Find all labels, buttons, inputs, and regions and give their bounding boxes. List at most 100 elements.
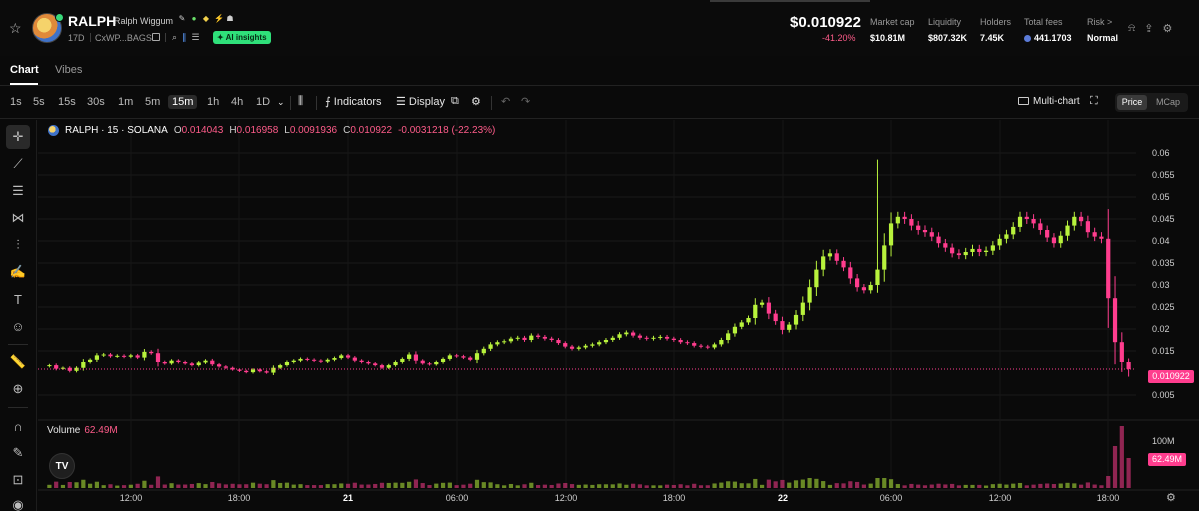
volume-bar: [515, 485, 520, 488]
price-chart[interactable]: 0.005 0.015 0.02 0.025 0.03 0.035 0.04 0.045 0.0…: [38, 120, 1199, 511]
lock-drawings-icon[interactable]: ✎: [6, 441, 30, 465]
share-icon[interactable]: ⇪: [1144, 22, 1153, 35]
timeframe-15m[interactable]: 15m: [168, 95, 198, 109]
volume-bar: [542, 484, 547, 488]
candle-body: [1024, 216, 1029, 219]
brush-icon[interactable]: ✍: [6, 260, 30, 284]
candle-body: [651, 337, 656, 339]
timeframe-5m[interactable]: 5m: [141, 95, 164, 109]
volume-bar: [1038, 483, 1043, 488]
volume-bar: [678, 484, 683, 488]
axis-settings-icon[interactable]: ⚙: [1166, 491, 1176, 504]
tradingview-logo[interactable]: TV: [49, 453, 75, 479]
timeframe-4h[interactable]: 4h: [227, 95, 247, 109]
undo-icon[interactable]: ↶: [501, 95, 510, 108]
volume-bar: [54, 481, 59, 488]
fullscreen-icon[interactable]: ⛶: [1090, 95, 1098, 108]
candle-body: [108, 354, 113, 357]
candle-body: [875, 269, 880, 285]
display-button[interactable]: ☰ Display: [396, 95, 445, 108]
ruler-icon[interactable]: 📏: [6, 350, 30, 374]
candle-body: [821, 256, 826, 270]
volume-bar: [644, 485, 649, 488]
alert-icon[interactable]: ⍾: [1128, 22, 1135, 35]
screenshot-icon[interactable]: ⧉: [451, 95, 459, 108]
volume-bar: [508, 483, 514, 488]
timeframe-15s[interactable]: 15s: [54, 95, 80, 109]
volume-bar: [366, 484, 371, 488]
candle-body: [780, 321, 785, 330]
timeframe-1s[interactable]: 1s: [6, 95, 26, 109]
chevron-down-icon[interactable]: ⌄: [277, 97, 285, 108]
volume-bar: [922, 485, 928, 488]
candle-body: [929, 232, 934, 237]
multi-chart-toggle[interactable]: Multi-chart: [1018, 96, 1080, 107]
ai-insights-button[interactable]: ✦ AI insights: [213, 31, 271, 44]
chart-settings-icon[interactable]: ⚙: [471, 95, 481, 108]
timeframe-1m[interactable]: 1m: [114, 95, 137, 109]
contract-address[interactable]: CxWP...BAGS: [95, 33, 152, 43]
candle-body: [210, 360, 215, 365]
fib-icon[interactable]: ☰: [6, 179, 30, 203]
volume-bar: [793, 480, 799, 488]
volume-bar: [250, 482, 256, 488]
candle-body: [81, 362, 86, 368]
pattern-icon[interactable]: ⋈: [6, 206, 30, 230]
volume-bar: [664, 484, 670, 488]
candle-body: [169, 360, 174, 364]
trendline-icon[interactable]: ⟋: [6, 152, 30, 176]
star-icon[interactable]: ☆: [9, 20, 22, 37]
candle-type-icon[interactable]: ⫼: [298, 95, 303, 108]
edit-icon[interactable]: ✎: [178, 14, 186, 23]
candle-body: [149, 351, 154, 354]
volume-bar: [698, 485, 704, 488]
emoji-icon[interactable]: ☺: [6, 314, 30, 338]
volume-bar: [237, 484, 242, 488]
timeframe-5s[interactable]: 5s: [29, 95, 49, 109]
copy-icon[interactable]: [152, 33, 160, 41]
candle-body: [305, 358, 310, 360]
magnet-icon[interactable]: ∩: [6, 414, 30, 438]
indicators-button[interactable]: ⨍ Indicators: [325, 95, 382, 108]
volume-bar: [834, 483, 839, 488]
bolt-icon: ⚡: [214, 14, 224, 23]
pen-icon[interactable]: ∥: [182, 32, 187, 43]
candle-body: [1119, 342, 1124, 362]
candle-body: [977, 248, 982, 252]
fees-amount: 441.1703: [1034, 33, 1072, 43]
zoom-icon[interactable]: ⊕: [6, 377, 30, 401]
volume-bar: [81, 479, 86, 488]
timeframe-1d[interactable]: 1D: [252, 95, 274, 109]
x-tick-label: 18:00: [1097, 493, 1120, 503]
chart-canvas[interactable]: 0.005 0.015 0.02 0.025 0.03 0.035 0.04 0.045 0.0…: [38, 120, 1199, 511]
candle-body: [739, 322, 744, 327]
price-toggle-button[interactable]: Price: [1117, 95, 1147, 110]
stat-label: Market cap: [870, 17, 915, 27]
stat-risk[interactable]: Risk > Normal: [1087, 17, 1118, 43]
indicators-icon: ⨍: [325, 96, 334, 108]
last-volume-tag: 62.49M: [1148, 453, 1186, 466]
lock-icon[interactable]: ⊡: [6, 468, 30, 492]
mcap-toggle-button[interactable]: MCap: [1151, 95, 1185, 110]
volume-bar: [916, 484, 921, 488]
timeframe-1h[interactable]: 1h: [203, 95, 223, 109]
divider: [8, 344, 28, 345]
candle-body: [474, 353, 480, 360]
tab-vibes[interactable]: Vibes: [55, 64, 82, 76]
list-icon[interactable]: ☰: [192, 32, 200, 43]
timeframe-30s[interactable]: 30s: [83, 95, 109, 109]
header-actions: ⍾ ⇪ ⚙: [1128, 22, 1172, 35]
redo-icon[interactable]: ↷: [521, 95, 530, 108]
text-icon[interactable]: T: [6, 287, 30, 311]
tab-chart[interactable]: Chart: [10, 64, 39, 76]
search-icon[interactable]: ⌕: [172, 32, 177, 43]
eye-icon[interactable]: ◉: [6, 493, 30, 511]
crosshair-icon[interactable]: ✛: [6, 125, 30, 149]
settings-icon[interactable]: ⚙: [1163, 22, 1173, 35]
volume-bar: [502, 485, 507, 488]
projection-icon[interactable]: ⫶: [6, 233, 30, 257]
candle-body: [1099, 236, 1104, 239]
volume-bar: [176, 484, 181, 488]
candle-body: [692, 343, 697, 346]
volume-bar: [1106, 476, 1111, 488]
